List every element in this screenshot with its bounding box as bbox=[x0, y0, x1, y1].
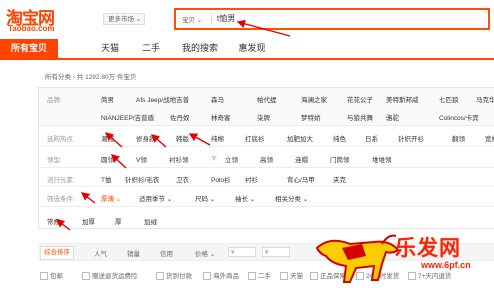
annotation-arrows bbox=[55, 19, 291, 231]
arrow-trend bbox=[104, 132, 123, 148]
arrow-round-neck bbox=[110, 154, 127, 169]
arrow-slim bbox=[150, 134, 167, 148]
arrow-search-query bbox=[236, 19, 291, 37]
arrow-thickness bbox=[80, 192, 96, 204]
arrow-regular bbox=[55, 219, 71, 231]
arrow-korean bbox=[188, 133, 211, 146]
